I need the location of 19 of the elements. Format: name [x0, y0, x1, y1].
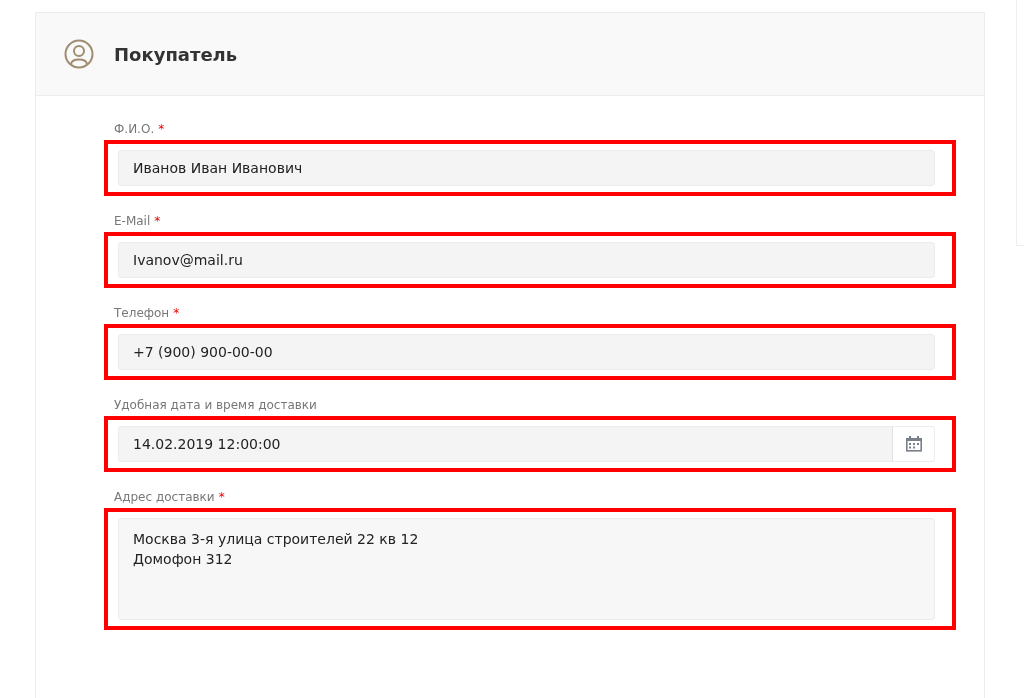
field-label: Удобная дата и время доставки: [114, 398, 317, 412]
user-icon: [64, 39, 94, 69]
calendar-button[interactable]: [892, 427, 934, 461]
required-mark: *: [158, 122, 165, 136]
field-label: E-Mail: [114, 214, 151, 228]
date-field[interactable]: 14.02.2019 12:00:00: [118, 426, 935, 462]
input-field[interactable]: Ivanov@mail.ru: [118, 242, 935, 278]
field-label: Ф.И.О.: [114, 122, 155, 136]
calendar-icon: [904, 435, 923, 453]
input-field[interactable]: +7 (900) 900-00-00: [118, 334, 935, 370]
required-mark: *: [173, 306, 180, 320]
required-mark: *: [154, 214, 161, 228]
field-value: 14.02.2019 12:00:00: [133, 436, 281, 452]
input-field[interactable]: Иванов Иван Иванович: [118, 150, 935, 186]
field-label: Телефон: [114, 306, 170, 320]
required-mark: *: [218, 490, 225, 504]
card-title: Покупатель: [114, 43, 238, 65]
address-textarea[interactable]: Москва 3-я улица строителей 22 кв 12 Домофон 312: [118, 518, 935, 620]
field-label: Адрес доставки: [114, 490, 215, 504]
